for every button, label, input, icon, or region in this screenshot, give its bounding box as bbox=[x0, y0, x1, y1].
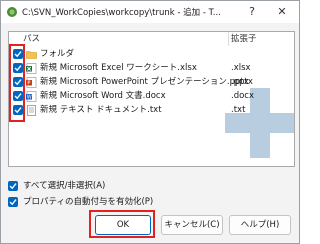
list-item[interactable]: W 新規 Microsoft Word 文書.docx .docx bbox=[9, 90, 294, 103]
checkbox-box[interactable] bbox=[8, 181, 18, 191]
item-extension: .docx bbox=[231, 91, 255, 101]
item-name: 新規 テキスト ドキュメント.txt bbox=[40, 105, 162, 115]
title-bar: C:\SVN_WorkCopies\workcopy\trunk - 追加 - … bbox=[1, 1, 299, 23]
svg-text:P: P bbox=[27, 81, 30, 87]
help-title-button[interactable]: ? bbox=[239, 3, 265, 21]
word-file-icon: W bbox=[26, 91, 37, 102]
item-name: フォルダ bbox=[40, 49, 75, 59]
list-item[interactable]: フォルダ bbox=[9, 48, 294, 61]
column-header-path[interactable]: パス bbox=[23, 32, 40, 46]
item-extension: .txt bbox=[231, 105, 246, 115]
select-all-label[interactable]: すべて選択/非選択(A) bbox=[23, 180, 105, 192]
excel-file-icon bbox=[26, 63, 37, 74]
file-list[interactable]: パス 拡張子 フォルダ 新規 Microsoft Excel ワークシート.xl… bbox=[8, 31, 295, 167]
tortoisesvn-icon bbox=[7, 7, 17, 17]
text-file-icon bbox=[27, 105, 36, 116]
add-dialog: C:\SVN_WorkCopies\workcopy\trunk - 追加 - … bbox=[0, 0, 300, 244]
item-checkbox[interactable] bbox=[13, 63, 23, 73]
item-checkbox[interactable] bbox=[13, 49, 23, 59]
column-header-extension[interactable]: 拡張子 bbox=[231, 32, 257, 46]
svg-text:W: W bbox=[27, 95, 32, 101]
window-title: C:\SVN_WorkCopies\workcopy\trunk - 追加 - … bbox=[22, 8, 221, 18]
list-item[interactable]: 新規 テキスト ドキュメント.txt .txt bbox=[9, 104, 294, 117]
powerpoint-file-icon: P bbox=[26, 77, 37, 88]
item-extension: .xlsx bbox=[231, 63, 251, 73]
close-button[interactable]: ✕ bbox=[269, 3, 295, 21]
item-checkbox[interactable] bbox=[13, 77, 23, 87]
list-item[interactable]: P 新規 Microsoft PowerPoint プレゼンテーション.pptx… bbox=[9, 76, 294, 89]
item-checkbox[interactable] bbox=[13, 105, 23, 115]
auto-properties-label[interactable]: プロパティの自動付与を有効化(P) bbox=[23, 196, 153, 208]
ok-button[interactable]: OK bbox=[95, 215, 151, 235]
folder-icon bbox=[26, 51, 37, 59]
item-name: 新規 Microsoft Excel ワークシート.xlsx bbox=[40, 63, 197, 73]
checkbox-box[interactable] bbox=[8, 197, 18, 207]
item-extension: .pptx bbox=[231, 77, 253, 87]
item-name: 新規 Microsoft Word 文書.docx bbox=[40, 91, 166, 101]
help-button[interactable]: ヘルプ(H) bbox=[229, 215, 291, 235]
item-name: 新規 Microsoft PowerPoint プレゼンテーション.pptx bbox=[40, 77, 249, 87]
list-item[interactable]: 新規 Microsoft Excel ワークシート.xlsx .xlsx bbox=[9, 62, 294, 75]
cancel-button[interactable]: キャンセル(C) bbox=[161, 215, 223, 235]
item-checkbox[interactable] bbox=[13, 91, 23, 101]
column-separator[interactable] bbox=[228, 32, 229, 46]
